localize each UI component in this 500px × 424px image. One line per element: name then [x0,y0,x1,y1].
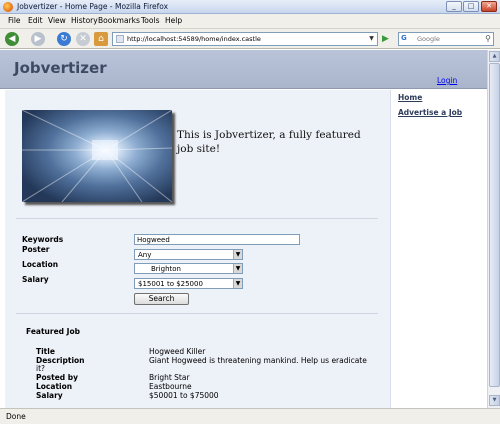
tunnel-lines-graphic [22,110,172,202]
menu-bar: File Edit View History Bookmarks Tools H… [0,14,500,29]
vertical-scrollbar[interactable]: ▲ ▼ [487,50,500,408]
status-bar: Done [0,408,500,424]
featured-location-label: Location [36,382,73,391]
featured-posted-by-label: Posted by [36,373,79,382]
chevron-down-icon[interactable]: ▼ [233,279,242,288]
location-select[interactable]: Brighton ▼ [134,263,243,274]
home-icon[interactable]: ⌂ [94,32,108,46]
login-link[interactable]: Login [437,76,457,85]
url-input[interactable] [127,34,357,44]
featured-title-value: Hogweed Killer [149,347,206,356]
featured-description-wrap: it? [36,364,46,373]
navigation-toolbar: ◀ ▶ ↻ ✕ ⌂ ▼ ▶ G ⚲ [0,29,500,49]
content-divider [16,218,378,219]
featured-description-value: Giant Hogweed is threatening mankind. He… [149,356,367,365]
featured-location-value: Eastbourne [149,382,192,391]
minimize-button[interactable]: _ [446,1,462,12]
poster-label: Poster [22,245,50,254]
sidebar-item-advertise-job[interactable]: Advertise a Job [398,108,462,117]
content-divider [16,313,378,314]
featured-salary-label: Salary [36,391,63,400]
page-viewport: Jobvertizer Login Home Advertise a Job T… [0,50,487,408]
chevron-down-icon[interactable]: ▼ [233,250,242,259]
keywords-label: Keywords [22,235,64,244]
search-input[interactable] [417,34,479,44]
stop-icon[interactable]: ✕ [76,32,90,46]
poster-select-value: Any [138,251,152,259]
scroll-down-icon[interactable]: ▼ [489,395,500,406]
salary-label: Salary [22,275,49,284]
menu-history[interactable]: History [71,16,98,25]
maximize-button[interactable]: □ [463,1,479,12]
url-dropdown-icon[interactable]: ▼ [367,34,376,44]
site-tagline: This is Jobvertizer, a fully featured jo… [177,129,361,155]
salary-select[interactable]: $15001 to $25000 ▼ [134,278,243,289]
scrollbar-thumb[interactable] [489,63,500,387]
menu-bookmarks[interactable]: Bookmarks [98,16,140,25]
page-favicon-icon [116,35,124,43]
location-select-value: Brighton [151,265,181,273]
sidebar: Home Advertise a Job [390,90,487,408]
featured-title-label: Title [36,347,55,356]
window-titlebar: Jobvertizer - Home Page - Mozilla Firefo… [0,0,500,14]
tunnel-hero-image [22,110,172,202]
chevron-down-icon[interactable]: ▼ [233,264,242,273]
firefox-icon [3,2,13,12]
site-logo[interactable]: Jobvertizer [14,59,107,77]
menu-tools[interactable]: Tools [141,16,159,25]
back-icon[interactable]: ◀ [5,32,19,46]
site-header: Jobvertizer Login [0,50,487,89]
menu-file[interactable]: File [8,16,21,25]
forward-icon[interactable]: ▶ [31,32,45,46]
sidebar-item-home[interactable]: Home [398,93,422,102]
search-engine-icon[interactable]: G [401,34,415,44]
salary-select-value: $15001 to $25000 [138,280,203,288]
window-title: Jobvertizer - Home Page - Mozilla Firefo… [17,2,169,11]
url-bar[interactable]: ▼ [112,32,378,46]
magnifier-icon[interactable]: ⚲ [485,34,491,43]
search-button[interactable]: Search [134,293,189,305]
menu-view[interactable]: View [48,16,66,25]
keywords-input[interactable] [134,234,300,245]
location-label: Location [22,260,59,269]
featured-posted-by-value: Bright Star [149,373,190,382]
poster-select[interactable]: Any ▼ [134,249,243,260]
menu-edit[interactable]: Edit [28,16,43,25]
featured-job-heading: Featured Job [26,327,80,336]
close-button[interactable]: ✕ [481,1,497,12]
scroll-up-icon[interactable]: ▲ [489,51,500,62]
featured-salary-value: $50001 to $75000 [149,391,219,400]
search-bar[interactable]: G ⚲ [398,32,494,46]
status-text: Done [6,412,26,421]
go-icon[interactable]: ▶ [382,33,393,45]
reload-icon[interactable]: ↻ [57,32,71,46]
menu-help[interactable]: Help [165,16,182,25]
